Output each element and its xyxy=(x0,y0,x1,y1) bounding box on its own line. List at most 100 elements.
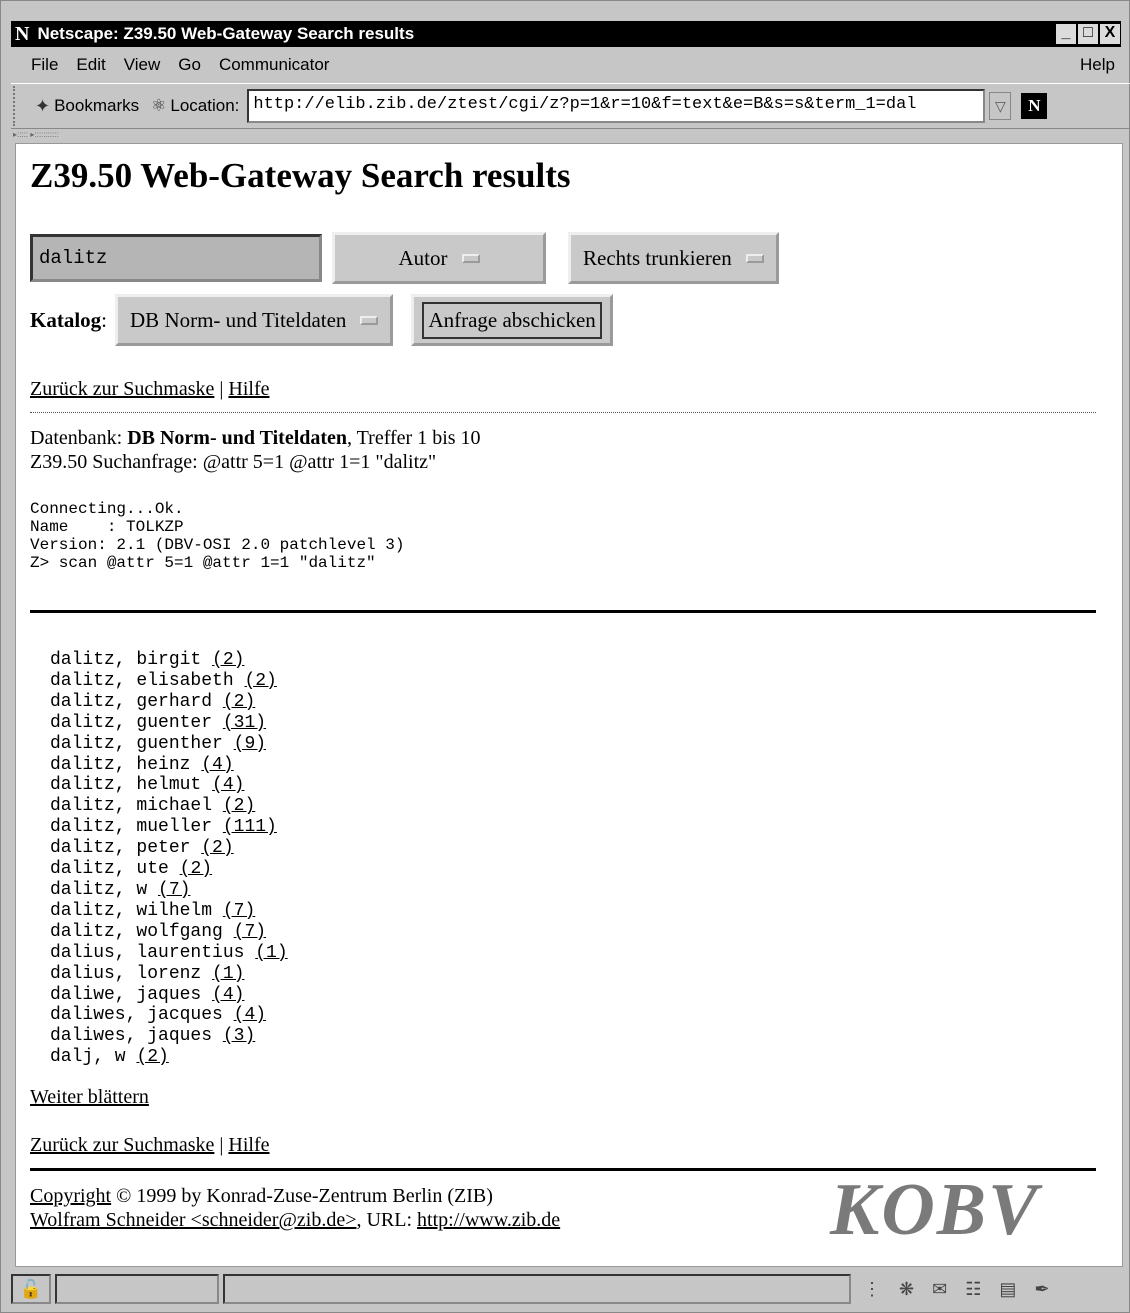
copyright-link[interactable]: Copyright xyxy=(30,1185,111,1207)
result-count-link[interactable]: (7) xyxy=(158,880,190,900)
menu-help[interactable]: Help xyxy=(1080,55,1115,75)
result-spacer xyxy=(147,880,158,900)
truncation-select-value: Rechts trunkieren xyxy=(583,245,732,270)
session-log: Connecting...Ok. Name : TOLKZP Version: … xyxy=(30,500,405,572)
window-title: Netscape: Z39.50 Web-Gateway Search resu… xyxy=(37,24,415,43)
menu-file[interactable]: File xyxy=(31,55,58,75)
copyright-text: © 1999 by Konrad-Zuse-Zentrum Berlin (ZI… xyxy=(111,1185,493,1207)
url-dropdown-icon[interactable]: ▽ xyxy=(989,92,1012,120)
result-count-link[interactable]: (2) xyxy=(212,650,244,670)
top-nav-links: Zurück zur Suchmaske | Hilfe xyxy=(30,378,270,401)
result-term: dalitz, gerhard xyxy=(50,691,213,712)
menu-go[interactable]: Go xyxy=(178,55,201,75)
truncation-select[interactable]: Rechts trunkieren xyxy=(568,232,779,284)
result-term: daliwe, jaques xyxy=(50,984,202,1005)
maximize-button[interactable]: □ xyxy=(1077,23,1099,45)
result-count-link[interactable]: (1) xyxy=(255,943,287,963)
result-term: dalitz, michael xyxy=(50,796,213,817)
result-count-link[interactable]: (2) xyxy=(201,838,233,858)
search-input[interactable]: dalitz xyxy=(30,234,322,282)
composer-icon[interactable]: ▤ xyxy=(999,1279,1016,1300)
edit-icon[interactable]: ✒ xyxy=(1034,1279,1049,1300)
result-row: dalitz, guenther (9) xyxy=(50,734,288,755)
scan-results-list: dalitz, birgit (2) dalitz, elisabeth (2) d… xyxy=(50,650,288,1068)
result-spacer xyxy=(190,755,201,775)
result-spacer xyxy=(126,1047,137,1067)
help-link[interactable]: Hilfe xyxy=(228,378,269,400)
result-count-link[interactable]: (2) xyxy=(244,671,276,691)
location-label: Location: xyxy=(170,96,240,115)
footer: Copyright © 1999 by Konrad-Zuse-Zentrum … xyxy=(30,1184,560,1232)
result-count-link[interactable]: (4) xyxy=(234,1005,266,1025)
nav-separator: | xyxy=(219,378,224,400)
result-row: dalitz, helmut (4) xyxy=(50,775,288,796)
menu-view[interactable]: View xyxy=(124,55,161,75)
result-spacer xyxy=(212,796,223,816)
progress-field xyxy=(55,1274,219,1304)
result-count-link[interactable]: (4) xyxy=(201,755,233,775)
result-count-link[interactable]: (2) xyxy=(180,859,212,879)
result-term: daliwes, jaques xyxy=(50,1026,213,1047)
result-count-link[interactable]: (7) xyxy=(223,901,255,921)
database-name: DB Norm- und Titeldaten xyxy=(127,427,348,449)
result-count-link[interactable]: (31) xyxy=(223,713,266,733)
menu-communicator[interactable]: Communicator xyxy=(219,55,330,75)
result-count-link[interactable]: (3) xyxy=(223,1026,255,1046)
result-count-link[interactable]: (1) xyxy=(212,964,244,984)
minimize-button[interactable]: _ xyxy=(1055,23,1077,45)
location-toolbar: ✦ Bookmarks ⚛ Location: http://elib.zib.… xyxy=(11,83,1130,129)
result-count-link[interactable]: (4) xyxy=(212,985,244,1005)
navigator-icon[interactable]: ❋ xyxy=(899,1279,914,1300)
result-row: dalitz, michael (2) xyxy=(50,796,288,817)
help-link-bottom[interactable]: Hilfe xyxy=(228,1134,269,1156)
url-input[interactable]: http://elib.zib.de/ztest/cgi/z?p=1&r=10&… xyxy=(247,89,986,123)
result-term: dalitz, mueller xyxy=(50,817,213,838)
hit-range: , Treffer 1 bis 10 xyxy=(347,427,481,449)
result-count-link[interactable]: (111) xyxy=(223,817,277,837)
kobv-logo: KOBV xyxy=(830,1169,1040,1251)
catalog-select-value: DB Norm- und Titeldaten xyxy=(130,307,347,332)
database-prefix: Datenbank: xyxy=(30,427,128,449)
author-email-link[interactable]: Wolfram Schneider <schneider@zib.de> xyxy=(30,1209,356,1231)
author-line: Wolfram Schneider <schneider@zib.de>, UR… xyxy=(30,1208,560,1232)
result-count-link[interactable]: (4) xyxy=(212,775,244,795)
bookmarks-button[interactable]: Bookmarks xyxy=(54,96,139,116)
back-to-search-link[interactable]: Zurück zur Suchmaske xyxy=(30,378,214,400)
toolbar-grip-handle[interactable] xyxy=(13,86,23,126)
next-page-link[interactable]: Weiter blättern xyxy=(30,1086,149,1108)
next-page-container: Weiter blättern xyxy=(30,1086,149,1109)
status-bar: 🔓 ⋮ ❋ ✉ ☷ ▤ ✒ xyxy=(11,1271,1127,1307)
field-select[interactable]: Autor xyxy=(332,232,546,284)
result-term: daliwes, jacques xyxy=(50,1005,223,1026)
result-spacer xyxy=(212,901,223,921)
result-spacer xyxy=(212,1026,223,1046)
result-term: dalitz, heinz xyxy=(50,754,191,775)
result-count-link[interactable]: (2) xyxy=(223,692,255,712)
result-spacer xyxy=(212,692,223,712)
result-term: dalitz, guenther xyxy=(50,733,223,754)
result-row: dalitz, birgit (2) xyxy=(50,650,288,671)
result-row: dalitz, gerhard (2) xyxy=(50,692,288,713)
page-content: Z39.50 Web-Gateway Search results dalitz… xyxy=(15,143,1123,1267)
bookmarks-icon[interactable]: ✦ xyxy=(35,96,50,117)
submit-button[interactable]: Anfrage abschicken xyxy=(411,294,613,346)
result-spacer xyxy=(234,671,245,691)
back-to-search-link-bottom[interactable]: Zurück zur Suchmaske xyxy=(30,1134,214,1156)
field-select-value: Autor xyxy=(398,245,448,270)
result-count-link[interactable]: (7) xyxy=(234,922,266,942)
discussion-icon[interactable]: ☷ xyxy=(965,1279,981,1300)
result-count-link[interactable]: (9) xyxy=(234,734,266,754)
result-row: dalitz, wilhelm (7) xyxy=(50,901,288,922)
zib-url-link[interactable]: http://www.zib.de xyxy=(417,1209,560,1231)
menu-edit[interactable]: Edit xyxy=(76,55,105,75)
mail-icon[interactable]: ✉ xyxy=(932,1279,947,1300)
result-row: dalitz, guenter (31) xyxy=(50,713,288,734)
result-count-link[interactable]: (2) xyxy=(223,796,255,816)
security-lock-icon[interactable]: 🔓 xyxy=(11,1274,51,1304)
catalog-select[interactable]: DB Norm- und Titeldaten xyxy=(115,294,394,346)
result-row: dalitz, peter (2) xyxy=(50,838,288,859)
window-controls: _ □ X xyxy=(1055,23,1121,45)
close-button[interactable]: X xyxy=(1099,23,1121,45)
result-count-link[interactable]: (2) xyxy=(136,1047,168,1067)
collapsed-toolbar-tabs[interactable]: ▸::::: ▸::::::::::: xyxy=(13,130,59,142)
